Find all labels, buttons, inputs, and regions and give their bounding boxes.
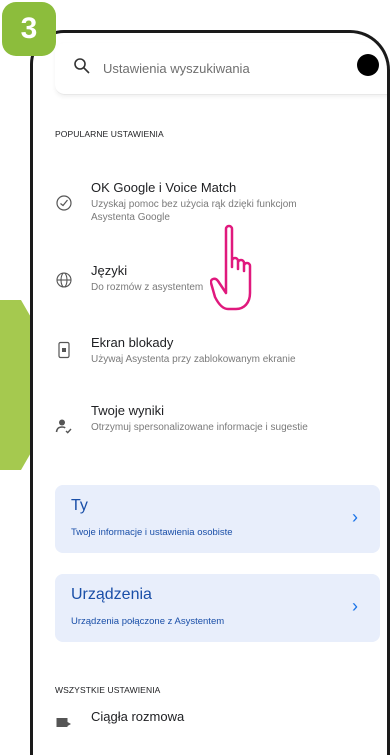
section-all: WSZYSTKIE USTAWIENIA [55, 685, 161, 695]
setting-description: Używaj Asystenta przy zablokowanym ekran… [91, 354, 296, 365]
setting-title: Języki [91, 263, 128, 278]
setting-voice-match[interactable]: OK Google i Voice Match Uzyskaj pomoc be… [55, 180, 375, 224]
card-description: Urządzenia połączone z Asystentem [71, 616, 225, 627]
setting-continued-conversation[interactable]: Ciągła rozmowa [55, 709, 375, 733]
step-badge: 3 [2, 2, 56, 56]
pointing-hand-icon [210, 224, 252, 311]
setting-description: Do rozmów z asystentem [91, 282, 204, 293]
setting-title: OK Google i Voice Match [91, 180, 237, 195]
globe-icon [56, 272, 72, 288]
lock-screen-icon [58, 341, 70, 359]
setting-title: Ekran blokady [91, 335, 174, 350]
conversation-icon [56, 718, 71, 727]
search-bar[interactable]: Ustawienia wyszukiwania [55, 43, 387, 95]
phone-frame: Ustawienia wyszukiwania POPULARNE USTAWI… [30, 30, 390, 755]
section-popular: POPULARNE USTAWIENIA [55, 129, 164, 139]
person-results-icon [55, 419, 72, 434]
avatar[interactable] [357, 54, 379, 76]
setting-title: Ciągła rozmowa [91, 709, 185, 724]
search-icon[interactable] [72, 56, 92, 76]
chevron-right-icon: › [352, 596, 358, 616]
setting-title: Twoje wyniki [91, 403, 164, 418]
setting-lock-screen[interactable]: Ekran blokady Używaj Asystenta przy zabl… [55, 335, 375, 369]
card-title: Ty [71, 497, 88, 514]
setting-description: Otrzymuj spersonalizowane informacje i s… [91, 422, 308, 433]
settings-screen: Ustawienia wyszukiwania POPULARNE USTAWI… [55, 33, 387, 755]
card-ty[interactable]: Ty Twoje informacje i ustawienia osobist… [55, 485, 380, 553]
card-description: Twoje informacje i ustawienia osobiste [71, 527, 233, 538]
chevron-right-icon: › [352, 507, 358, 527]
setting-description: Uzyskaj pomoc bez użycia rąk dzięki funk… [91, 199, 297, 223]
setting-your-results[interactable]: Twoje wyniki Otrzymuj spersonalizowane i… [55, 403, 375, 449]
search-input[interactable]: Ustawienia wyszukiwania [103, 61, 250, 76]
card-title: Urządzenia [71, 586, 152, 603]
voice-check-icon [56, 195, 72, 211]
card-devices[interactable]: Urządzenia Urządzenia połączone z Asyste… [55, 574, 380, 642]
